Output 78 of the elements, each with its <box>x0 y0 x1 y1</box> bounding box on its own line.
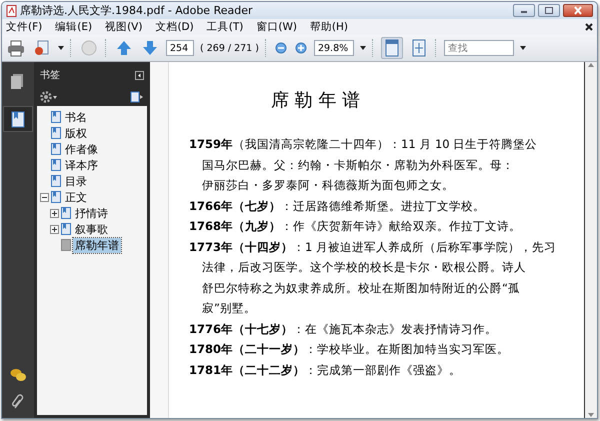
page-count: ( 269 / 271 ) <box>200 42 259 54</box>
bookmarks-tab[interactable] <box>3 106 33 132</box>
expand-icon[interactable] <box>50 224 59 234</box>
close-button[interactable] <box>563 4 593 17</box>
previous-page-icon <box>115 39 133 57</box>
page-heading: 席 勒 年 谱 <box>271 89 362 112</box>
bookmark-item[interactable]: 译本序 <box>63 158 100 172</box>
bookmark-item[interactable]: 目录 <box>63 174 89 188</box>
menu-item[interactable]: 帮助(H) <box>310 20 348 34</box>
bookmark-icon <box>51 159 61 171</box>
collapse-icon[interactable] <box>40 192 49 202</box>
text-line: 1759年（我国清高宗乾隆二十四年）：11 月 10 日生于符腾堡公 <box>189 136 538 153</box>
search-field[interactable]: 查找 <box>444 40 514 56</box>
bookmark-item[interactable]: 正文 <box>63 190 89 204</box>
expand-icon[interactable] <box>50 208 59 218</box>
zoom-in-button[interactable] <box>294 41 308 55</box>
text-line: 寂”别墅。 <box>201 300 257 317</box>
zoom-in-icon <box>294 42 307 54</box>
page-number-field[interactable]: 254 <box>166 40 194 56</box>
bookmark-item[interactable]: 作者像 <box>63 142 100 156</box>
text-line: 1776年（十七岁）：在《施瓦本杂志》发表抒情诗习作。 <box>189 320 498 338</box>
gear-icon[interactable] <box>40 91 58 103</box>
window-title: 席勒诗选.人民文学.1984.pdf - Adobe Reader <box>20 3 254 18</box>
next-page-icon <box>141 39 159 57</box>
minimize-button[interactable] <box>513 4 535 17</box>
bookmark-item[interactable]: 席勒年谱 <box>73 238 121 252</box>
menu-item[interactable]: 文件(F) <box>6 20 42 34</box>
fit-width-icon <box>410 39 428 57</box>
speech-bubbles-icon[interactable] <box>10 368 26 382</box>
text-line: 国马尔巴赫。父：约翰・卡斯帕尔・席勒为外科医军。母： <box>201 156 515 174</box>
menu-item[interactable]: 工具(T) <box>206 20 244 34</box>
zoom-field[interactable]: 29.8% <box>314 40 354 56</box>
bookmark-item[interactable]: 叙事歌 <box>73 222 110 236</box>
bookmark-icon <box>51 143 61 155</box>
text-line: 1768年（九岁）：作《庆贺新年诗》献给双亲。作拉丁文诗。 <box>189 218 522 235</box>
fit-page-button[interactable] <box>380 37 403 59</box>
caret-icon[interactable] <box>360 46 366 50</box>
collapse-panel-icon[interactable] <box>135 70 144 80</box>
text-line: 舒巴尔特称之为奴隶养成所。校址在斯图加特附近的公爵“孤 <box>201 280 521 296</box>
bookmark-item[interactable]: 书名 <box>63 110 89 124</box>
caret-icon[interactable] <box>520 46 526 50</box>
bookmark-item[interactable]: 抒情诗 <box>73 206 110 220</box>
print-icon <box>7 39 25 57</box>
page-icon <box>61 239 71 251</box>
zoom-out-icon <box>274 42 287 54</box>
scrollbar[interactable] <box>584 62 597 418</box>
close-icon <box>573 6 583 15</box>
bookmark-options-icon[interactable] <box>130 91 144 103</box>
text-line: 伊丽莎白・多罗泰阿・科德薇斯为面包师之女。 <box>201 177 455 194</box>
fit-page-icon <box>382 39 401 57</box>
print-button[interactable] <box>6 38 26 58</box>
bookmark-icon <box>51 111 61 123</box>
bookmark-item[interactable]: 版权 <box>63 126 89 140</box>
close-icon[interactable] <box>585 23 593 31</box>
scroll-down-icon[interactable] <box>587 412 595 418</box>
menu-item[interactable]: 编辑(E) <box>55 20 92 34</box>
menu-item[interactable]: 窗口(W) <box>256 20 297 34</box>
bookmark-icon <box>61 223 71 235</box>
bookmark-icon <box>51 191 61 203</box>
bookmark-icon <box>51 175 61 187</box>
pages-icon <box>10 72 26 90</box>
maximize-icon <box>544 6 554 15</box>
text-line: 1781年（二十二岁）：完成第一部剧作《强盗》。 <box>189 362 462 378</box>
caret-icon[interactable] <box>58 46 64 50</box>
menu-item[interactable]: 视图(V) <box>105 20 142 34</box>
bookmark-icon <box>61 207 71 219</box>
paperclip-icon[interactable] <box>11 394 25 410</box>
bookmarks-icon <box>10 110 26 128</box>
bookmark-icon <box>51 127 61 139</box>
text-line: 1766年（七岁）：迁居路德维希斯堡。进拉丁文学校。 <box>189 198 486 214</box>
panel-title: 书签 <box>40 68 60 82</box>
text-line: 1780年（二十一岁）：学校毕业。在斯图加特当实习军医。 <box>189 341 510 358</box>
zoom-out-button[interactable] <box>274 41 288 55</box>
maximize-button[interactable] <box>538 4 560 17</box>
pdf-file-icon <box>6 4 17 16</box>
text-line: 1773年（十四岁）：1 月被迫进军人养成所（后称军事学院），先习 <box>189 238 557 256</box>
text-line: 法律，后改习医学。这个学校的校长是卡尔・欧根公爵。诗人 <box>201 259 527 276</box>
menu-item[interactable]: 文档(D) <box>155 20 194 34</box>
